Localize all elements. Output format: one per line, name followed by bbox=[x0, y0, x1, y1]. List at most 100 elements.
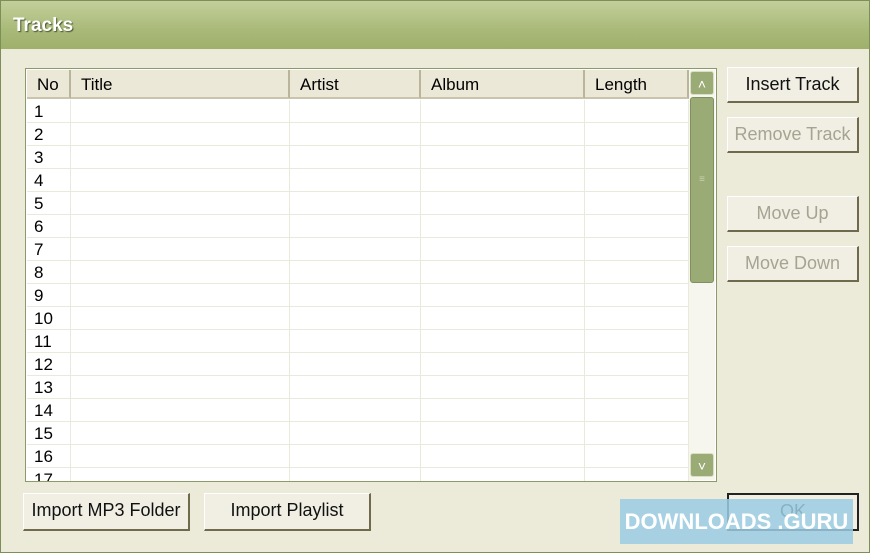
table-row[interactable]: 8 bbox=[27, 261, 689, 284]
window-title: Tracks bbox=[13, 15, 74, 36]
table-cell bbox=[71, 261, 290, 283]
table-cell bbox=[421, 330, 585, 352]
table-cell bbox=[290, 445, 421, 467]
table-cell bbox=[421, 422, 585, 444]
table-cell bbox=[585, 169, 689, 191]
import-playlist-button[interactable]: Import Playlist bbox=[204, 493, 371, 531]
table-cell bbox=[290, 146, 421, 168]
table-row[interactable]: 13 bbox=[27, 376, 689, 399]
table-cell bbox=[71, 422, 290, 444]
table-cell bbox=[421, 445, 585, 467]
table-cell bbox=[421, 215, 585, 237]
row-number: 8 bbox=[27, 261, 71, 283]
table-row[interactable]: 12 bbox=[27, 353, 689, 376]
table-cell bbox=[421, 192, 585, 214]
table-cell bbox=[421, 399, 585, 421]
table-cell bbox=[71, 146, 290, 168]
table-cell bbox=[71, 445, 290, 467]
table-row[interactable]: 7 bbox=[27, 238, 689, 261]
table-row[interactable]: 16 bbox=[27, 445, 689, 468]
table-cell bbox=[71, 169, 290, 191]
row-number: 6 bbox=[27, 215, 71, 237]
move-up-button[interactable]: Move Up bbox=[727, 196, 859, 232]
table-row[interactable]: 11 bbox=[27, 330, 689, 353]
table-row[interactable]: 15 bbox=[27, 422, 689, 445]
watermark: DOWNLOADS .GURU bbox=[620, 499, 853, 544]
table-cell bbox=[290, 376, 421, 398]
row-number: 12 bbox=[27, 353, 71, 375]
table-cell bbox=[421, 146, 585, 168]
table-cell bbox=[71, 192, 290, 214]
table-cell bbox=[71, 399, 290, 421]
table-cell bbox=[585, 307, 689, 329]
table-row[interactable]: 9 bbox=[27, 284, 689, 307]
table-cell bbox=[71, 330, 290, 352]
table-row[interactable]: 6 bbox=[27, 215, 689, 238]
row-number: 14 bbox=[27, 399, 71, 421]
table-cell bbox=[290, 307, 421, 329]
table-cell bbox=[421, 123, 585, 145]
column-header-no[interactable]: No bbox=[27, 70, 71, 99]
table-row[interactable]: 1 bbox=[27, 100, 689, 123]
table-row[interactable]: 2 bbox=[27, 123, 689, 146]
table-row[interactable]: 4 bbox=[27, 169, 689, 192]
insert-track-button[interactable]: Insert Track bbox=[727, 67, 859, 103]
scroll-thumb[interactable]: ≡ bbox=[690, 97, 714, 283]
table-cell bbox=[71, 376, 290, 398]
table-cell bbox=[585, 376, 689, 398]
table-cell bbox=[585, 261, 689, 283]
row-number: 9 bbox=[27, 284, 71, 306]
table-cell bbox=[290, 422, 421, 444]
table-cell bbox=[421, 100, 585, 122]
row-number: 5 bbox=[27, 192, 71, 214]
table-cell bbox=[585, 468, 689, 481]
row-number: 3 bbox=[27, 146, 71, 168]
table-cell bbox=[290, 399, 421, 421]
table-cell bbox=[585, 284, 689, 306]
vertical-scrollbar[interactable]: ˄ ≡ ˅ bbox=[689, 70, 715, 480]
tracks-dialog: Tracks No Title Artist Album Length 1234… bbox=[0, 0, 870, 553]
row-number: 1 bbox=[27, 100, 71, 122]
table-cell bbox=[585, 100, 689, 122]
list-rows: 1 2 3 4 5 6 7 8 9 10 11 12 13 14 15 16 17 bbox=[27, 100, 689, 481]
table-cell bbox=[71, 353, 290, 375]
table-cell bbox=[71, 238, 290, 260]
table-cell bbox=[290, 192, 421, 214]
table-cell bbox=[421, 376, 585, 398]
column-header-length[interactable]: Length bbox=[585, 70, 689, 99]
import-mp3-folder-button[interactable]: Import MP3 Folder bbox=[23, 493, 190, 531]
table-cell bbox=[585, 399, 689, 421]
table-cell bbox=[421, 284, 585, 306]
scroll-down-icon[interactable]: ˅ bbox=[690, 453, 714, 477]
table-cell bbox=[290, 468, 421, 481]
table-row[interactable]: 14 bbox=[27, 399, 689, 422]
table-cell bbox=[585, 192, 689, 214]
table-cell bbox=[290, 284, 421, 306]
table-cell bbox=[290, 123, 421, 145]
column-header-title[interactable]: Title bbox=[71, 70, 290, 99]
column-header-artist[interactable]: Artist bbox=[290, 70, 421, 99]
table-cell bbox=[71, 468, 290, 481]
table-cell bbox=[290, 100, 421, 122]
table-row[interactable]: 17 bbox=[27, 468, 689, 481]
row-number: 10 bbox=[27, 307, 71, 329]
table-cell bbox=[421, 261, 585, 283]
table-row[interactable]: 3 bbox=[27, 146, 689, 169]
row-number: 15 bbox=[27, 422, 71, 444]
remove-track-button[interactable]: Remove Track bbox=[727, 117, 859, 153]
table-cell bbox=[290, 261, 421, 283]
table-cell bbox=[421, 238, 585, 260]
table-row[interactable]: 5 bbox=[27, 192, 689, 215]
track-list[interactable]: No Title Artist Album Length 1 2 3 4 5 6 7 8 9 10… bbox=[25, 68, 717, 482]
title-bar: Tracks bbox=[1, 1, 869, 49]
table-cell bbox=[585, 445, 689, 467]
table-cell bbox=[585, 238, 689, 260]
table-row[interactable]: 10 bbox=[27, 307, 689, 330]
table-cell bbox=[290, 353, 421, 375]
row-number: 7 bbox=[27, 238, 71, 260]
table-cell bbox=[421, 307, 585, 329]
scroll-up-icon[interactable]: ˄ bbox=[690, 71, 714, 95]
move-down-button[interactable]: Move Down bbox=[727, 246, 859, 282]
table-cell bbox=[71, 123, 290, 145]
column-header-album[interactable]: Album bbox=[421, 70, 585, 99]
